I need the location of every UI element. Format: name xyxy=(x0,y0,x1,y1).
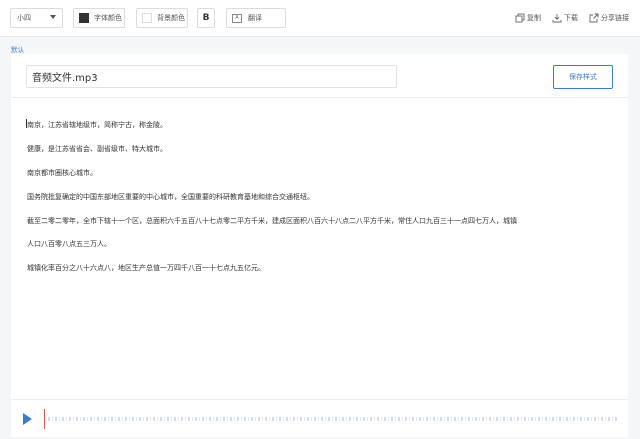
font-size-value: 小四 xyxy=(17,14,31,22)
font-color-label: 字体颜色 xyxy=(94,14,122,22)
title-value: 音频文件.mp3 xyxy=(32,73,98,84)
share-link-button[interactable]: 分享链接 xyxy=(589,12,629,24)
copy-icon xyxy=(515,13,525,23)
download-button[interactable]: 下载 xyxy=(552,12,578,24)
paragraph: 南京，江苏省辖地级市，简称宁古，称金陵。 xyxy=(27,121,167,129)
bold-label: B xyxy=(202,13,210,23)
paragraph: 健康，是江苏省省会、副省级市、特大城市。 xyxy=(27,145,167,153)
share-icon xyxy=(589,13,599,23)
font-color-swatch xyxy=(79,13,89,23)
download-label: 下载 xyxy=(564,14,578,22)
editor-toolbar: 小四 字体颜色 背景颜色 B A 翻译 复制 下载 分享链接 xyxy=(0,0,640,37)
default-tag[interactable]: 默认 xyxy=(11,44,24,54)
chevron-down-icon xyxy=(50,15,56,19)
copy-button[interactable]: 复制 xyxy=(515,12,541,24)
share-label: 分享链接 xyxy=(601,14,629,22)
download-icon xyxy=(552,14,562,23)
save-style-label: 保存样式 xyxy=(569,73,597,81)
divider xyxy=(11,97,628,98)
copy-label: 复制 xyxy=(527,14,541,22)
play-icon[interactable] xyxy=(23,413,32,425)
background-color-swatch xyxy=(142,13,152,23)
audio-player xyxy=(11,399,628,437)
audio-waveform[interactable] xyxy=(48,417,618,421)
font-size-select[interactable]: 小四 xyxy=(10,8,63,28)
title-input[interactable]: 音频文件.mp3 xyxy=(26,65,397,88)
translate-button[interactable]: A 翻译 xyxy=(226,8,286,28)
save-style-button[interactable]: 保存样式 xyxy=(553,65,613,89)
paragraph: 国务院批复确定的中国东部地区重要的中心城市，全国重要的科研教育基地和综合交通枢纽… xyxy=(27,193,314,201)
translate-label: 翻译 xyxy=(248,14,262,22)
font-color-button[interactable]: 字体颜色 xyxy=(73,8,125,28)
playhead[interactable] xyxy=(44,409,45,429)
paragraph: 南京都市圈核心城市。 xyxy=(27,169,97,177)
translate-icon: A xyxy=(232,13,242,23)
paragraph: 人口八百零八点五三万人。 xyxy=(27,240,111,248)
background-color-button[interactable]: 背景颜色 xyxy=(136,8,188,28)
editor-card: 音频文件.mp3 保存样式 南京，江苏省辖地级市，简称宁古，称金陵。 健康，是江… xyxy=(11,54,628,399)
background-color-label: 背景颜色 xyxy=(157,14,185,22)
paragraph: 截至二零二零年，全市下辖十一个区，总面积六千五百八十七点零二平方千米，建成区面积… xyxy=(27,217,517,225)
bold-button[interactable]: B xyxy=(197,8,215,28)
text-cursor xyxy=(26,119,27,128)
paragraph: 城镇化率百分之八十六点八，地区生产总值一万四千八百一十七点九五亿元。 xyxy=(27,264,265,272)
